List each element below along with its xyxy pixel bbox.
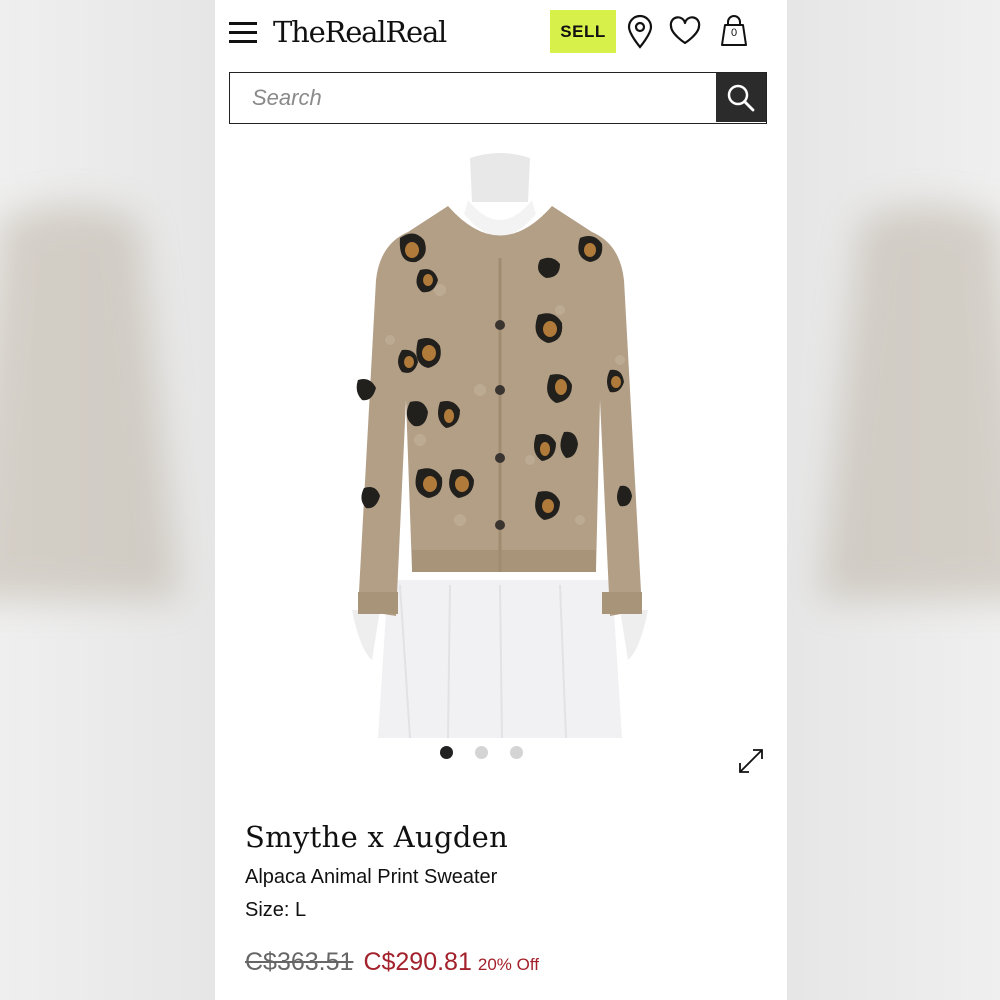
carousel-dot-2[interactable] — [475, 746, 488, 759]
carousel-dots — [440, 746, 523, 759]
background-blur-left — [0, 0, 215, 1000]
expand-icon[interactable] — [735, 745, 767, 777]
shopping-bag-icon[interactable]: 0 — [718, 14, 750, 48]
site-header: TheRealReal SELL 0 — [215, 0, 787, 66]
price-row: C$363.51 C$290.81 20% Off — [245, 948, 539, 977]
product-image[interactable] — [330, 140, 670, 740]
sale-price: C$290.81 — [363, 948, 472, 976]
site-logo[interactable]: TheRealReal — [273, 14, 447, 50]
discount-label: 20% Off — [477, 955, 539, 974]
bag-count: 0 — [730, 27, 738, 39]
sell-button[interactable]: SELL — [550, 10, 616, 53]
location-pin-icon[interactable] — [625, 14, 655, 50]
carousel-dot-3[interactable] — [510, 746, 523, 759]
product-title: Alpaca Animal Print Sweater — [245, 866, 498, 888]
product-designer[interactable]: Smythe x Augden — [245, 820, 508, 854]
carousel-dot-1[interactable] — [440, 746, 453, 759]
background-blur-right — [787, 0, 1000, 1000]
product-size: Size: L — [245, 899, 307, 921]
search-input[interactable] — [230, 73, 716, 122]
original-price: C$363.51 — [245, 948, 354, 976]
search-icon — [727, 84, 755, 111]
menu-icon[interactable] — [229, 20, 257, 44]
heart-icon[interactable] — [668, 16, 702, 46]
search-button[interactable] — [716, 73, 766, 122]
product-page: TheRealReal SELL 0 Search Smythe x Augde… — [215, 0, 787, 1000]
search-bar — [229, 72, 767, 124]
